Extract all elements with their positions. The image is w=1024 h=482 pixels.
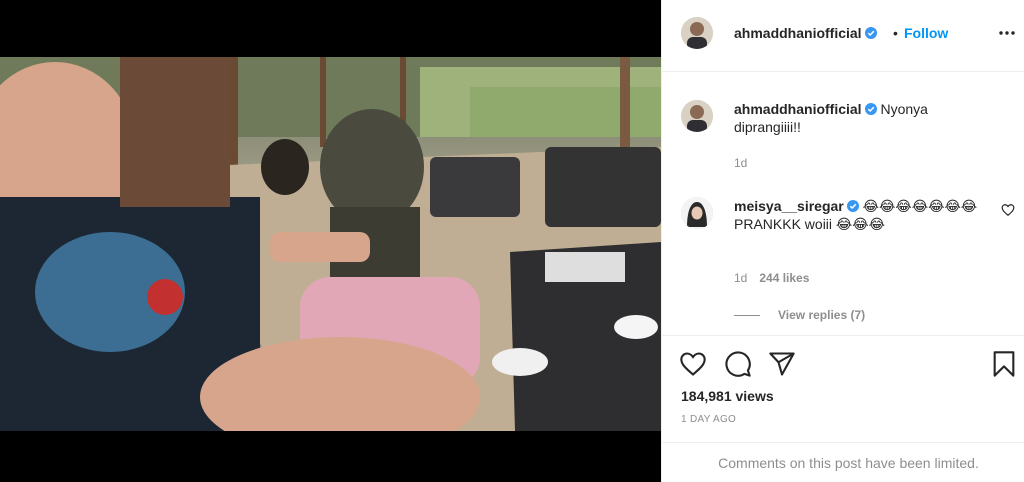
separator-dot: • — [893, 25, 898, 41]
comment-icon[interactable] — [724, 350, 752, 378]
comments-limited-notice: Comments on this post have been limited. — [662, 442, 1024, 482]
profile-photo — [681, 100, 713, 132]
view-count[interactable]: 184,981 views — [681, 388, 774, 404]
author-username-text[interactable]: ahmaddhaniofficial — [734, 25, 862, 41]
avatar[interactable] — [681, 100, 713, 132]
post-media[interactable] — [0, 0, 661, 482]
verified-badge-icon — [846, 200, 859, 212]
post-actions: 184,981 views 1 DAY AGO — [662, 335, 1024, 435]
verified-badge-icon — [864, 27, 877, 39]
heart-icon[interactable] — [679, 350, 707, 378]
bookmark-icon[interactable] — [990, 350, 1018, 378]
profile-photo — [681, 17, 713, 49]
verified-badge-icon — [864, 103, 877, 115]
view-replies-button[interactable]: View replies (7) — [734, 308, 865, 322]
follow-button[interactable]: Follow — [904, 25, 948, 41]
more-options-button[interactable] — [997, 23, 1017, 43]
comment-body: meisya__siregar 😂😂😂😂😂😂😂 PRANKKK woiii 😂😂… — [734, 197, 986, 233]
video-frame — [0, 57, 661, 431]
replies-divider — [734, 314, 760, 316]
view-replies-label[interactable]: View replies (7) — [778, 308, 865, 322]
comment-time[interactable]: 1d — [734, 271, 747, 285]
share-icon[interactable] — [768, 350, 796, 378]
post-sidebar: ahmaddhaniofficial • Follow ahmaddhaniof… — [661, 0, 1024, 482]
like-comment-heart-icon[interactable] — [1001, 203, 1015, 217]
more-dots-icon — [999, 31, 1015, 35]
avatar[interactable] — [681, 197, 713, 229]
video-player[interactable] — [0, 57, 661, 431]
profile-photo — [681, 197, 713, 229]
comment-username[interactable]: meisya__siregar — [734, 198, 844, 214]
comments-list: ahmaddhaniofficial Nyonya diprangiiii!! … — [662, 73, 1024, 335]
comment-meta: 1d 244 likes — [734, 271, 809, 285]
comment-meta: 1d — [734, 156, 747, 170]
comment-body: ahmaddhaniofficial Nyonya diprangiiii!! — [734, 100, 986, 136]
comment-time[interactable]: 1d — [734, 156, 747, 170]
comment-username[interactable]: ahmaddhaniofficial — [734, 101, 862, 117]
avatar[interactable] — [681, 17, 713, 49]
post-header: ahmaddhaniofficial • Follow — [662, 0, 1024, 72]
author-username[interactable]: ahmaddhaniofficial — [734, 25, 877, 41]
comment-likes[interactable]: 244 likes — [759, 271, 809, 285]
post-timestamp[interactable]: 1 DAY AGO — [681, 414, 736, 425]
